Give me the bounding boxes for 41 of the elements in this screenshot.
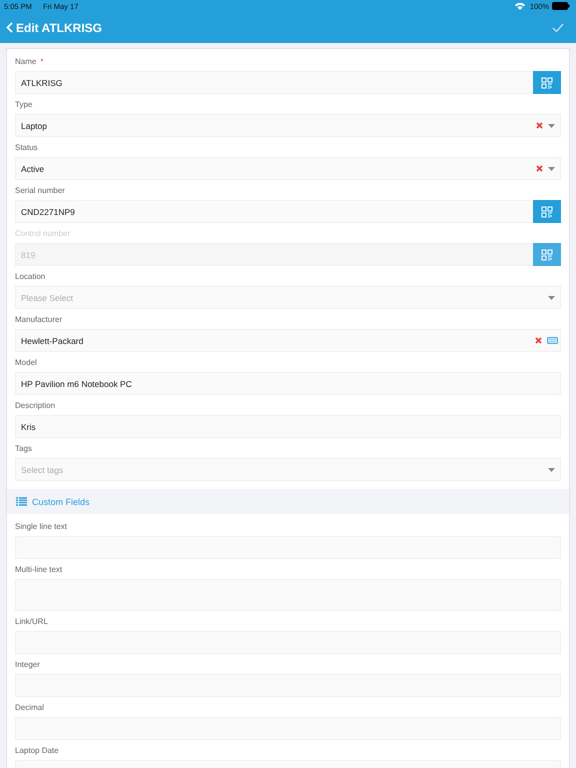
caret-icon — [548, 296, 555, 300]
input-field[interactable]: ATLKRISG — [15, 71, 561, 94]
clear-icon[interactable] — [536, 122, 543, 129]
caret-icon — [548, 166, 555, 170]
input-field[interactable]: Hewlett-Packard — [15, 329, 561, 352]
dropdown-field[interactable]: Active — [15, 157, 561, 180]
qr-scan-button[interactable] — [533, 200, 561, 223]
qr-code-icon — [541, 76, 553, 88]
field-label: Description — [15, 400, 56, 412]
caret-icon — [548, 124, 555, 128]
clear-icon[interactable] — [536, 165, 543, 172]
dropdown-field[interactable]: Laptop — [15, 114, 561, 137]
field-label: Model — [15, 357, 38, 369]
field-label: Status — [15, 142, 39, 154]
field-label: Name * — [15, 56, 44, 68]
caret-icon — [548, 468, 555, 472]
field-label: Integer — [15, 659, 41, 671]
wifi-icon — [514, 2, 525, 10]
field-label: Serial number — [15, 185, 66, 197]
clear-icon[interactable] — [535, 337, 542, 344]
input-field[interactable]: Kris — [15, 415, 561, 438]
field-label: Decimal — [15, 702, 45, 714]
field-label: Type — [15, 99, 34, 111]
input-field[interactable]: HP Pavilion m6 Notebook PC — [15, 372, 561, 395]
section-title: Custom Fields — [32, 496, 90, 506]
qr-scan-button[interactable] — [533, 71, 561, 94]
check-icon[interactable] — [552, 22, 564, 32]
field-label: Tags — [15, 443, 33, 455]
qr-code-icon — [541, 206, 553, 218]
qr-code-icon — [541, 248, 553, 260]
field-label: Single line text — [15, 521, 68, 533]
field-label: Link/URL — [15, 616, 49, 628]
input-field[interactable]: CND2271NP9 — [15, 200, 561, 223]
list-icon — [16, 497, 27, 506]
field-label: Manufacturer — [15, 314, 64, 326]
battery-icon — [552, 2, 570, 10]
field-label: Laptop Date — [15, 745, 60, 757]
field-label: Multi-line text — [15, 564, 64, 576]
field-label: Location — [15, 271, 46, 283]
keyboard-icon[interactable] — [547, 337, 558, 344]
chevron-left-icon — [6, 22, 13, 33]
